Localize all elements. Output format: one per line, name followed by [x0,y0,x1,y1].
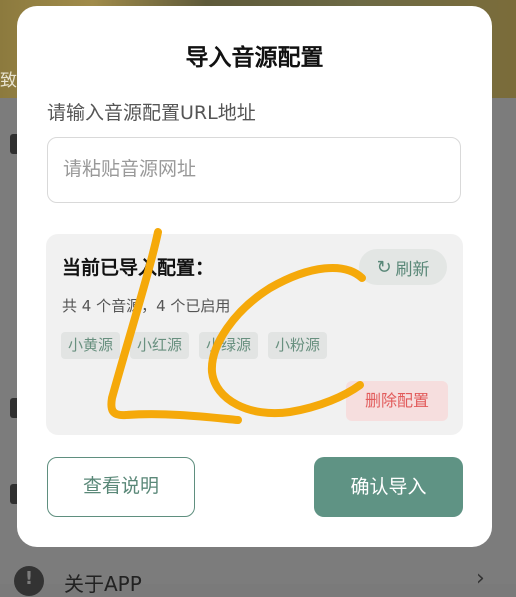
source-summary: 共 4 个音源，4 个已启用 [62,297,231,315]
source-tag: 小红源 [130,332,190,359]
view-instructions-button[interactable]: 查看说明 [47,457,195,517]
refresh-label: 刷新 [395,259,430,280]
source-url-input[interactable]: 请粘贴音源网址 [47,137,461,203]
background-banner-text: 致 [0,71,17,91]
source-tag: 小黄源 [61,332,121,359]
dialog-title: 导入音源配置 [185,45,324,71]
source-tag: 小粉源 [268,332,328,359]
import-source-dialog: 导入音源配置 请输入音源配置URL地址 请粘贴音源网址 当前已导入配置： ↻ 刷… [17,6,492,547]
url-label: 请输入音源配置URL地址 [47,102,256,124]
panel-title: 当前已导入配置： [62,257,215,279]
refresh-icon: ↻ [376,256,392,278]
info-icon: ! [14,566,44,596]
source-tag: 小绿源 [199,332,259,359]
chevron-right-icon: › [476,566,485,591]
about-app-label[interactable]: 关于APP [64,568,142,597]
refresh-button[interactable]: ↻ 刷新 [359,249,447,285]
imported-config-panel: 当前已导入配置： ↻ 刷新 共 4 个音源，4 个已启用 小黄源 小红源 小绿源… [46,234,463,435]
delete-config-button[interactable]: 删除配置 [346,381,448,421]
confirm-import-button[interactable]: 确认导入 [314,457,463,517]
source-tag-list: 小黄源 小红源 小绿源 小粉源 [61,332,328,359]
